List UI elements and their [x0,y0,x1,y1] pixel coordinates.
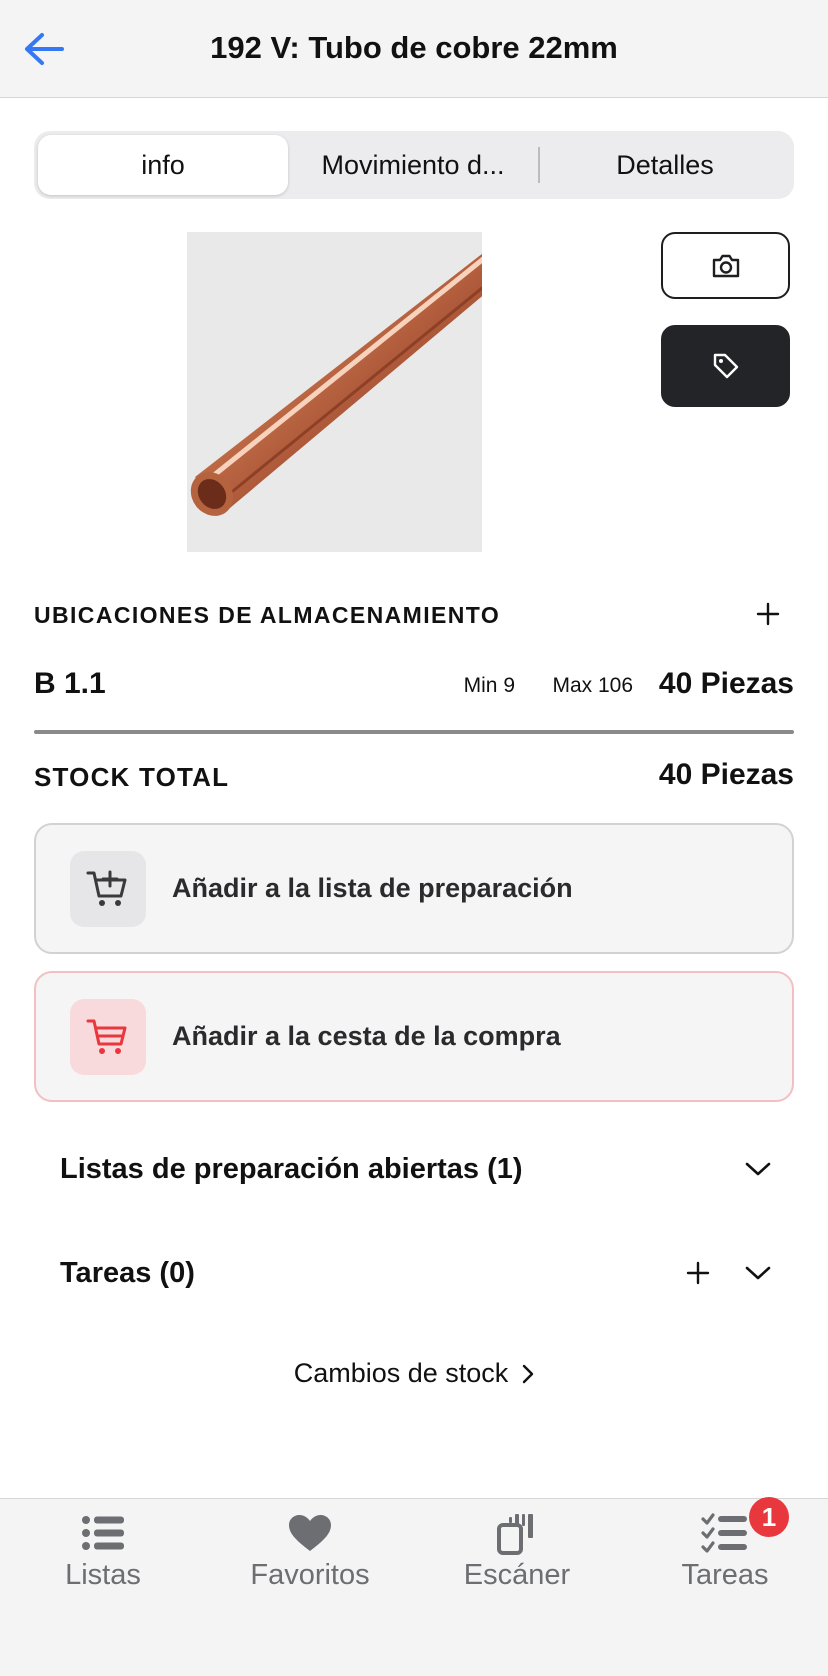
open-prep-lists-row[interactable]: Listas de preparación abiertas (1) [60,1141,780,1197]
location-quantity: 40 Piezas [658,667,794,700]
tab-listas[interactable]: Listas [18,1509,188,1599]
take-photo-button[interactable] [661,232,790,299]
camera-icon [712,254,739,277]
tab-tareas[interactable]: 1 Tareas [640,1497,810,1599]
segmented-control: info Movimiento d... Detalles [34,131,794,199]
scanner-icon [495,1509,539,1557]
tab-info[interactable]: info [38,135,288,195]
prep-list-label: Añadir a la lista de preparación [172,873,573,903]
add-location-button[interactable] [748,594,788,634]
tasks-badge: 1 [749,1497,789,1537]
add-to-prep-list-button[interactable]: Añadir a la lista de preparación [34,823,794,954]
stock-changes-label: Cambios de stock [293,1358,509,1388]
stock-changes-link[interactable]: Cambios de stock [0,1358,828,1389]
list-icon [81,1509,125,1557]
tab-movimiento[interactable]: Movimiento d... [288,135,538,195]
tab-escaner-label: Escáner [463,1559,571,1591]
divider [34,730,794,734]
location-max: Max 106 [552,674,633,697]
add-to-cart-button[interactable]: Añadir a la cesta de la compra [34,971,794,1102]
location-name: B 1.1 [34,667,106,700]
tag-icon [713,353,738,379]
chevron-down-icon[interactable] [736,1251,780,1295]
tasks-checklist-icon: 1 [701,1497,789,1557]
add-task-plus-icon[interactable] [676,1251,720,1295]
product-image[interactable] [187,232,482,552]
nav-header: 192 V: Tubo de cobre 22mm [0,0,828,98]
tab-escaner[interactable]: Escáner [432,1509,602,1599]
bottom-tab-bar: Listas Favoritos Escáner 1 Tareas [0,1497,828,1676]
storage-locations-heading: UBICACIONES DE ALMACENAMIENTO [34,602,501,628]
storage-location-row[interactable]: B 1.1 Min 9 Max 106 40 Piezas [34,662,794,718]
tab-tareas-label: Tareas [681,1559,769,1591]
copper-pipe-illustration [187,232,482,552]
open-prep-lists-title: Listas de preparación abiertas (1) [60,1152,523,1185]
page-title: 192 V: Tubo de cobre 22mm [210,30,618,65]
chevron-down-icon[interactable] [736,1147,780,1191]
tab-favoritos[interactable]: Favoritos [225,1509,395,1599]
label-tag-button[interactable] [661,325,790,407]
tab-detalles[interactable]: Detalles [540,135,790,195]
heart-icon [287,1509,333,1557]
plus-icon [756,602,780,626]
stock-total-label: STOCK TOTAL [34,762,230,792]
tab-listas-label: Listas [65,1559,141,1591]
shopping-cart-icon [70,998,146,1075]
chevron-right-icon [523,1364,534,1383]
cart-plus-icon [70,850,146,927]
cart-label: Añadir a la cesta de la compra [172,1021,561,1051]
tasks-row[interactable]: Tareas (0) [60,1245,780,1301]
location-min: Min 9 [463,674,515,697]
tab-favoritos-label: Favoritos [250,1559,370,1591]
tasks-title: Tareas (0) [60,1256,195,1289]
stock-total-quantity: 40 Piezas [658,758,794,791]
